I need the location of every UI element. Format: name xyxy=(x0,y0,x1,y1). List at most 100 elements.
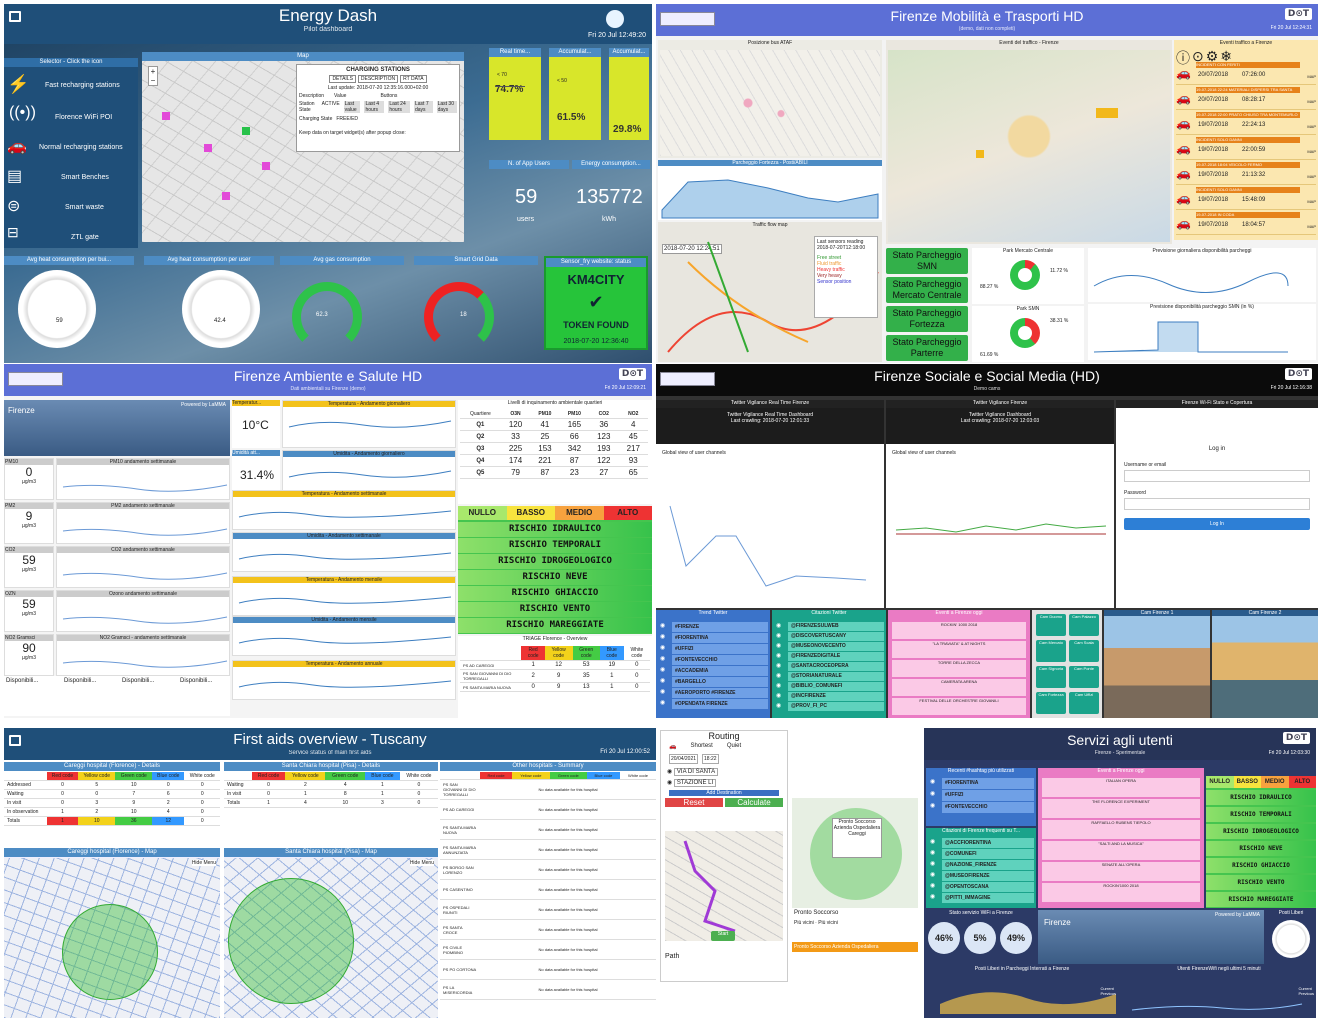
event-row[interactable]: 🚗 19-07-2018 22:00 PRATO CHIUSO TRA MONTE… xyxy=(1176,112,1316,135)
zoom-control[interactable]: + − xyxy=(148,66,158,86)
reset-button[interactable]: Reset xyxy=(665,798,723,807)
cam-firenze-2[interactable]: Cam Firenze 2 xyxy=(1212,610,1318,718)
poi-marker[interactable] xyxy=(162,112,170,120)
history-button[interactable]: Last 4 hours xyxy=(364,101,385,113)
cam-button[interactable]: Cam Ponte xyxy=(1069,666,1099,688)
event-row[interactable]: 🚗 INCIDENTI CON FERITI 20/07/2018 07:26:00 M… xyxy=(1176,62,1316,85)
cam-button[interactable]: Cam Uffizi xyxy=(1069,692,1099,714)
flow-map[interactable]: Traffic flow map 2018-07-20 12:24:51 Las… xyxy=(658,222,882,362)
traffic-event-marker[interactable] xyxy=(1096,108,1118,118)
selector-item-4[interactable]: ⊜ Smart waste xyxy=(7,194,135,220)
to-input[interactable]: STAZIONE LI xyxy=(673,779,717,787)
car-icon[interactable]: 🚗 xyxy=(669,743,676,750)
far-toggle[interactable]: Più vicini xyxy=(818,920,838,926)
list-item[interactable]: @PITTI_IMMAGINE xyxy=(942,893,1034,903)
map-link[interactable]: MAP xyxy=(1307,199,1316,204)
password-input[interactable] xyxy=(1124,498,1310,510)
event-item[interactable]: "SALTI AND LA MUSICA" xyxy=(1042,841,1200,860)
list-item[interactable]: @PROV_FI_PC xyxy=(788,702,884,711)
cam-button[interactable]: Cam Fortezza xyxy=(1036,692,1066,714)
event-item[interactable]: "LA TRAVIATA" & AT NIGHTS xyxy=(892,641,1026,658)
cam-button[interactable]: Cam Palazzo xyxy=(1069,614,1099,636)
cam-button[interactable]: Cam Duomo xyxy=(1036,614,1066,636)
poi-marker[interactable] xyxy=(204,144,212,152)
date-input[interactable]: 20/04/2021 xyxy=(669,754,699,764)
list-item[interactable]: @COMUNEFI xyxy=(942,849,1034,859)
list-item[interactable]: @DISCOVERTUSCANY xyxy=(788,632,884,641)
history-button[interactable]: Last value xyxy=(343,101,361,113)
list-item[interactable]: @STORIANATURALE xyxy=(788,672,884,681)
menu-icon[interactable] xyxy=(9,11,21,22)
map-link[interactable]: MAP xyxy=(1307,149,1316,154)
list-item[interactable]: @MUSEOFIRENZE xyxy=(942,871,1034,881)
selector-item-5[interactable]: ⊟ ZTL gate xyxy=(7,222,135,248)
list-item[interactable]: #FONTEVECCHIO xyxy=(942,802,1034,813)
map-link[interactable]: MAP xyxy=(1307,124,1316,129)
list-item[interactable]: @FIRENZEDIGITALE xyxy=(788,652,884,661)
login-button[interactable]: Log In xyxy=(1124,518,1310,530)
list-item[interactable]: #UFFIZI xyxy=(942,790,1034,801)
ataf-map[interactable]: Posizione bus ATAF xyxy=(658,40,882,158)
start-button[interactable]: Start xyxy=(711,931,735,941)
add-destination-button[interactable]: Add Destination xyxy=(669,790,779,796)
traffic-event-marker[interactable] xyxy=(976,150,984,158)
calculate-button[interactable]: Calculate xyxy=(725,798,783,807)
selector-item-1[interactable]: ((•)) Florence WiFi POI xyxy=(7,102,135,128)
list-item[interactable]: @BIBLIO_COMUNEFI xyxy=(788,682,884,691)
history-button[interactable]: Last 7 days xyxy=(414,101,433,113)
careggi-map[interactable]: Careggi hospital (Florence) - Map Hide M… xyxy=(4,848,220,1018)
poi-marker[interactable] xyxy=(242,127,250,135)
map-link[interactable]: MAP xyxy=(1307,224,1316,229)
event-item[interactable]: ITALIAN OPERA xyxy=(1042,778,1200,797)
event-item[interactable]: RAFFAELLO RUBENS TIEPOLO xyxy=(1042,820,1200,839)
pronto-map[interactable]: Pronto Soccorso Azienda Ospedaliera Care… xyxy=(792,798,918,908)
map-link[interactable]: MAP xyxy=(1307,99,1316,104)
event-item[interactable]: FESTIVAL DELLE ORCHESTRE GIOVANILI xyxy=(892,698,1026,715)
hide-menu-button[interactable]: Hide Menu xyxy=(409,860,434,866)
list-item[interactable]: #BARGELLO xyxy=(672,677,768,687)
stato-mercato-button[interactable]: Stato Parcheggio Mercato Centrale xyxy=(886,277,968,303)
history-button[interactable]: Last 24 hours xyxy=(388,101,410,113)
map-link[interactable]: MAP xyxy=(1307,174,1316,179)
list-item[interactable]: #AEROPORTO #FIRENZE xyxy=(672,688,768,698)
menu-icon[interactable] xyxy=(9,735,21,746)
route-map[interactable] xyxy=(665,831,783,941)
event-item[interactable]: ROCKIN'1000 2018 xyxy=(1042,883,1200,902)
event-item[interactable]: ROCKIN' 1000 2018 xyxy=(892,622,1026,639)
stato-smn-button[interactable]: Stato Parcheggio SMN xyxy=(886,248,968,274)
ps-selected[interactable]: Pronto Soccorso Azienda Ospedaliera xyxy=(792,942,918,952)
near-toggle[interactable]: Più vicini xyxy=(794,920,814,926)
list-item[interactable]: @FIRENZESULWEB xyxy=(788,622,884,631)
cam-firenze-1[interactable]: Cam Firenze 1 xyxy=(1104,610,1210,718)
event-item[interactable]: CAMERATA ARENA xyxy=(892,679,1026,696)
list-item[interactable]: @SANTACROCEOPERA xyxy=(788,662,884,671)
list-item[interactable]: #FONTEVECCHIO xyxy=(672,655,768,665)
list-item[interactable]: @OPENTOSCANA xyxy=(942,882,1034,892)
selector-item-0[interactable]: ⚡ Fast recharging stations xyxy=(7,72,135,98)
event-row[interactable]: 🚗 19-07-2018 IN CODA 19/07/2018 18:04:57 MAP xyxy=(1176,212,1316,235)
list-item[interactable]: @MUSEONOVECENTO xyxy=(788,642,884,651)
cam-button[interactable]: Cam Scala xyxy=(1069,640,1099,662)
poi-marker[interactable] xyxy=(222,192,230,200)
list-item[interactable]: #FIRENZE xyxy=(672,622,768,632)
list-item[interactable]: @INCFIRENZE xyxy=(788,692,884,701)
cam-button[interactable]: Cam Signoria xyxy=(1036,666,1066,688)
poi-marker[interactable] xyxy=(262,162,270,170)
from-input[interactable]: VIA DI SANTA xyxy=(673,768,719,776)
popup-tab[interactable]: DESCRIPTION xyxy=(357,75,399,83)
history-button[interactable]: Last 30 days xyxy=(436,101,457,113)
map-link[interactable]: MAP xyxy=(1307,74,1316,79)
event-item[interactable]: TORRE DELLA ZECCA xyxy=(892,660,1026,677)
selector-item-3[interactable]: ▤ Smart Benches xyxy=(7,164,135,190)
energy-map[interactable]: Map + − CHARGING STATIONS DETAILS DESCRIP… xyxy=(142,52,464,242)
event-row[interactable]: 🚗 INCIDENTI SOLO DANNI 19/07/2018 15:48:09 M… xyxy=(1176,187,1316,210)
mode-quiet[interactable]: Quiet xyxy=(727,743,741,750)
event-row[interactable]: 🚗 19-07-2018 22:24 MATERIALI DISPERSI TRA… xyxy=(1176,87,1316,110)
stato-fortezza-button[interactable]: Stato Parcheggio Fortezza xyxy=(886,306,968,332)
event-item[interactable]: THE FLORENCE EXPERIMENT xyxy=(1042,799,1200,818)
popup-tab[interactable]: RT DATA xyxy=(400,75,427,83)
event-row[interactable]: 🚗 19-07-2018 18:04 VEICOLO FERMO 19/07/201… xyxy=(1176,162,1316,185)
mode-shortest[interactable]: Shortest xyxy=(690,743,712,750)
username-input[interactable] xyxy=(1124,470,1310,482)
stato-parterre-button[interactable]: Stato Parcheggio Parterre xyxy=(886,335,968,361)
